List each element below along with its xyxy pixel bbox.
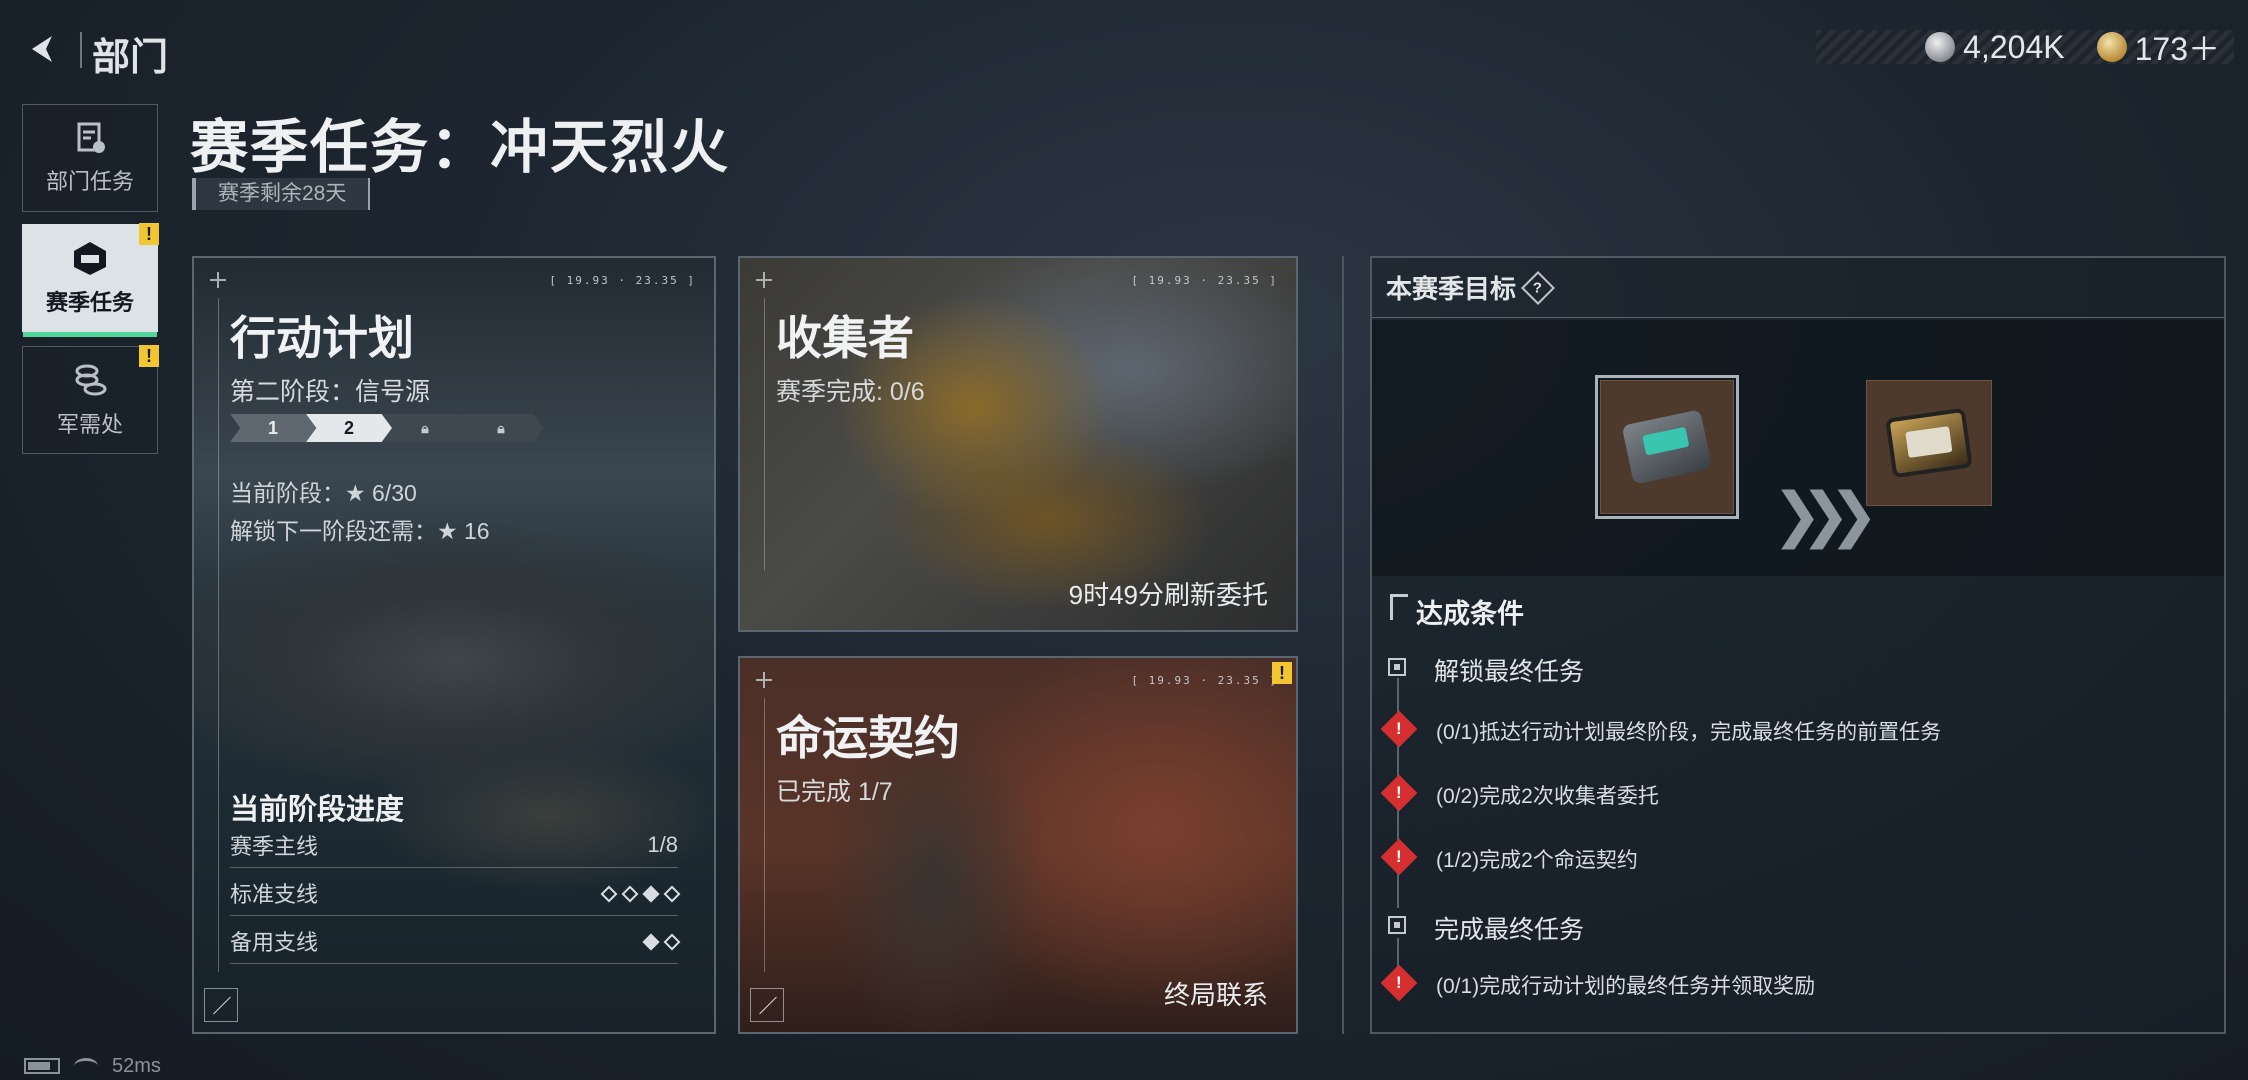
reward-item-current[interactable] — [1595, 375, 1739, 519]
page-title: 部门 — [92, 37, 169, 79]
diamond-icon — [600, 885, 618, 902]
stage-pill-1[interactable]: 1 — [230, 414, 316, 442]
progress-row-backup: 备用支线 — [230, 918, 681, 964]
card-guide-line — [218, 298, 219, 972]
stage-pill-4-locked[interactable]: 🔒︎ — [458, 414, 544, 442]
alert-icon: ! — [1380, 838, 1418, 876]
currency-bar: 4,204K 173＋ — [1816, 28, 2234, 67]
reward-preview: ❯❯❯ — [1372, 320, 2224, 576]
expand-icon — [204, 988, 238, 1022]
row-label: 赛季主线 — [230, 833, 319, 859]
crosshair-icon — [210, 272, 226, 288]
crosshair-icon — [756, 272, 772, 288]
group-bullet-icon — [1388, 658, 1406, 676]
card-subtitle: 赛季完成: 0/6 — [776, 378, 925, 406]
warning-badge: ! — [139, 223, 159, 245]
gold-amount[interactable]: 173＋ — [2135, 24, 2220, 70]
task-doc-icon — [77, 122, 105, 153]
card-subtitle: 第二阶段：信号源 — [230, 378, 431, 406]
battery-icon — [24, 1058, 60, 1074]
warning-badge: ! — [139, 345, 159, 367]
diamond-filled-icon — [642, 885, 660, 902]
diamond-filled-icon — [642, 933, 660, 950]
silver-amount: 4,204K — [1963, 28, 2065, 65]
upgrade-arrows-icon: ❯❯❯ — [1772, 481, 1879, 548]
alert-icon: ! — [1380, 710, 1418, 748]
season-goal-panel: 本赛季目标 ? ❯❯❯ 达成条件 解锁最终任务 ! (0/1)抵达行动计划最终阶… — [1370, 256, 2226, 1034]
diamond-icon — [663, 933, 681, 950]
progress-row-main: 赛季主线 1/8 — [230, 822, 678, 868]
season-remaining-badge: 赛季剩余28天 — [192, 178, 371, 210]
crate-icon — [1621, 409, 1713, 485]
coordinate-text: [ 19.93 · 23.35 ] — [549, 274, 696, 287]
alert-icon: ! — [1380, 964, 1418, 1002]
season-title: 赛季任务：冲天烈火 — [190, 115, 731, 180]
section-bracket-icon — [1390, 594, 1408, 620]
refresh-timer: 9时49分刷新委托 — [1068, 580, 1268, 610]
sidebar-item-season-tasks[interactable]: 赛季任务 ! — [22, 223, 159, 337]
row-label: 备用支线 — [230, 929, 319, 955]
stage-pill-2[interactable]: 2 — [306, 414, 392, 442]
diamond-track — [636, 928, 681, 954]
diamond-icon — [663, 885, 681, 902]
condition-group-label: 解锁最终任务 — [1434, 658, 1585, 686]
card-title: 命运契约 — [776, 712, 960, 764]
sidebar-item-label: 赛季任务 — [45, 290, 134, 315]
current-stage-stars: 当前阶段：★ 6/30 — [230, 480, 417, 506]
requirement-text: (1/2)完成2个命运契约 — [1436, 849, 1638, 872]
back-arrow-icon — [32, 36, 52, 62]
next-stage-requirement: 解锁下一阶段还需：★ 16 — [230, 518, 490, 544]
wifi-icon — [74, 1058, 98, 1074]
coordinate-text: [ 19.93 · 23.35 ] — [1131, 674, 1278, 687]
alert-icon: ! — [1380, 774, 1418, 812]
stage-pill-3-locked[interactable]: 🔒︎ — [382, 414, 468, 442]
back-button[interactable] — [22, 28, 64, 70]
goal-title: 本赛季目标 — [1386, 274, 1517, 304]
collector-card[interactable]: [ 19.93 · 23.35 ] 收集者 赛季完成: 0/6 9时49分刷新委… — [738, 256, 1298, 632]
requirement-text: (0/1)抵达行动计划最终阶段，完成最终任务的前置任务 — [1436, 721, 1942, 744]
silver-coin-icon — [1925, 32, 1956, 62]
group-bullet-icon — [1388, 916, 1406, 934]
coins-stack-icon — [75, 364, 107, 396]
requirement-text: (0/2)完成2次收集者委托 — [1436, 785, 1659, 808]
card-title: 行动计划 — [230, 312, 414, 364]
lock-icon: 🔒︎ — [421, 419, 429, 436]
expand-icon — [750, 988, 784, 1022]
sidebar-item-label: 部门任务 — [45, 169, 134, 194]
reward-item-final[interactable] — [1866, 380, 1992, 506]
gold-coin-icon — [2096, 32, 2127, 62]
operation-plan-card[interactable]: [ 19.93 · 23.35 ] 行动计划 第二阶段：信号源 1 2 🔒︎ 🔒… — [192, 256, 716, 1034]
goal-header: 本赛季目标 ? — [1372, 258, 2224, 318]
diamond-icon — [621, 885, 639, 902]
crosshair-icon — [756, 672, 772, 688]
lock-icon: 🔒︎ — [497, 419, 505, 436]
crate-icon — [1885, 407, 1973, 479]
fate-contract-card[interactable]: [ 19.93 · 23.35 ] 命运契约 已完成 1/7 ! 终局联系 — [738, 656, 1298, 1034]
conditions-title: 达成条件 — [1416, 599, 1524, 629]
row-value: 1/8 — [647, 831, 678, 857]
requirement-text: (0/1)完成行动计划的最终任务并领取奖励 — [1436, 975, 1816, 998]
card-subtitle: 已完成 1/7 — [776, 778, 893, 806]
panel-divider — [1342, 256, 1344, 1034]
warning-badge: ! — [1272, 662, 1292, 684]
help-icon[interactable]: ? — [1521, 270, 1555, 305]
condition-group-label: 完成最终任务 — [1434, 916, 1585, 944]
ping-text: 52ms — [112, 1054, 161, 1077]
sidebar-item-label: 军需处 — [56, 412, 123, 437]
status-bar: 52ms — [24, 1054, 161, 1077]
progress-row-standard: 标准支线 — [230, 870, 681, 916]
row-label: 标准支线 — [230, 881, 319, 907]
card-guide-line — [764, 298, 765, 570]
diamond-track — [594, 880, 681, 906]
coordinate-text: [ 19.93 · 23.35 ] — [1131, 274, 1278, 287]
sidebar-item-department-tasks[interactable]: 部门任务 — [22, 104, 158, 212]
season-chest-icon — [74, 242, 106, 275]
card-title: 收集者 — [776, 312, 914, 364]
sidebar-item-quartermaster[interactable]: 军需处 ! — [22, 345, 159, 454]
divider — [80, 32, 82, 68]
card-footer-label: 终局联系 — [1163, 980, 1268, 1010]
card-guide-line — [764, 698, 765, 972]
